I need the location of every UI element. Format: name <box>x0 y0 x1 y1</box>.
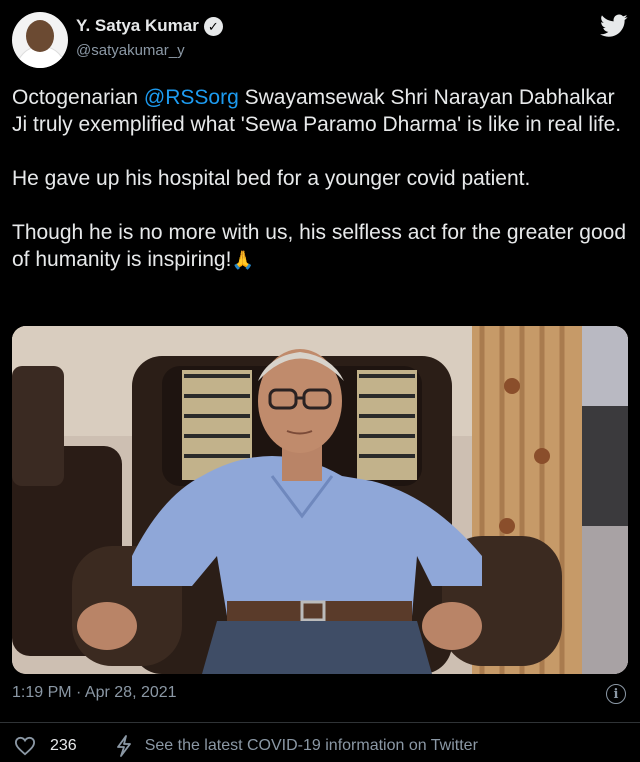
mention-link[interactable]: @RSSorg <box>144 86 239 109</box>
covid-info-link[interactable]: See the latest COVID-19 information on T… <box>145 737 478 755</box>
avatar[interactable] <box>12 12 68 68</box>
tweet-paragraph: Though he is no more with us, his selfle… <box>12 219 628 274</box>
tweet-paragraph: He gave up his hospital bed for a younge… <box>12 167 531 190</box>
display-name[interactable]: Y. Satya Kumar <box>76 16 199 36</box>
user-handle[interactable]: @satyakumar_y <box>76 42 185 59</box>
tweet-timestamp[interactable]: 1:19 PM · Apr 28, 2021 <box>12 684 177 702</box>
tweet-photo[interactable] <box>12 326 628 674</box>
like-count: 236 <box>50 737 77 754</box>
divider <box>0 722 640 723</box>
tweet-text: Octogenarian @RSSorg Swayamsewak Shri Na… <box>12 84 628 274</box>
tweet-text-closing: Though he is no more with us, his selfle… <box>12 221 626 271</box>
folded-hands-emoji: 🙏 <box>231 250 254 270</box>
tweet-header: Y. Satya Kumar ✓ @satyakumar_y <box>12 12 628 68</box>
heart-icon[interactable] <box>14 736 36 756</box>
avatar-face <box>26 20 54 52</box>
twitter-bird-icon[interactable] <box>600 14 628 38</box>
tweet-text-lead: Octogenarian <box>12 86 144 109</box>
info-icon[interactable]: i <box>606 684 626 704</box>
tweet-paragraph: Octogenarian @RSSorg Swayamsewak Shri Na… <box>12 84 628 138</box>
name-row: Y. Satya Kumar ✓ <box>76 16 223 36</box>
verified-badge-icon: ✓ <box>203 16 223 36</box>
lightning-icon <box>116 735 131 757</box>
tweet-actions: 236 See the latest COVID-19 information … <box>14 734 478 758</box>
photo-elderly-man-in-chair <box>12 326 628 674</box>
